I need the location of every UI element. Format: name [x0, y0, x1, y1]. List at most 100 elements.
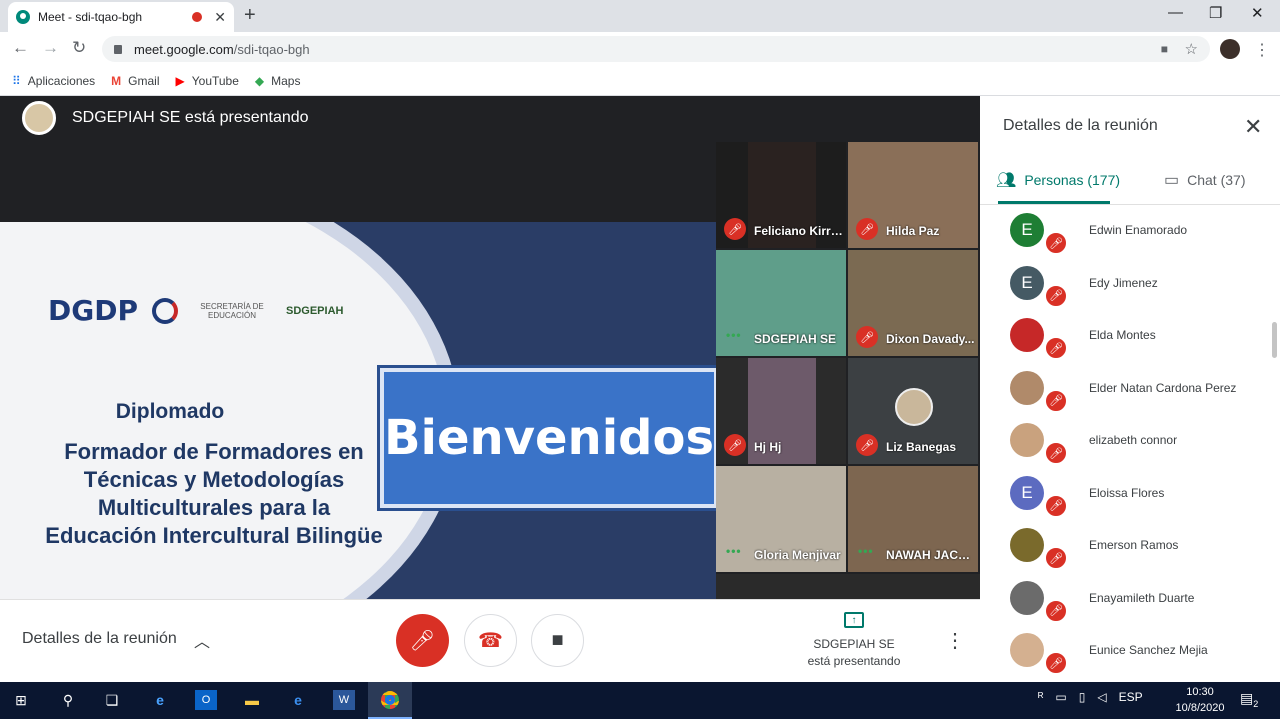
tile-name: Hj Hj	[754, 440, 782, 454]
notifications-icon[interactable]: ▤2	[1240, 690, 1258, 709]
microphone-toggle-button[interactable]: 🎤︎	[396, 614, 449, 667]
bookmark-label: Gmail	[128, 73, 160, 88]
bookmarks-bar: ⠿ Aplicaciones M Gmail ▶ YouTube ◆ Maps	[0, 66, 1280, 96]
participant-row[interactable]: E 🎤︎ Edwin Enamorado	[980, 213, 1270, 265]
tile-name: Hilda Paz	[886, 224, 940, 238]
participant-tile[interactable]: 🎤︎ Hilda Paz	[848, 142, 978, 248]
participant-avatar	[1010, 423, 1044, 457]
presenting-banner: SDGEPIAH SE está presentando	[0, 96, 980, 140]
muted-mic-icon: 🎤︎	[1044, 651, 1068, 675]
network-icon[interactable]: ▯	[1079, 690, 1086, 704]
chrome-menu-icon[interactable]: ⋮	[1254, 40, 1270, 60]
edge-icon[interactable]: e	[149, 690, 171, 710]
participant-row[interactable]: 🎤︎ Eunice Sanchez Mejia	[980, 633, 1270, 685]
window-close-button[interactable]: ✕	[1251, 4, 1264, 22]
participant-name: Elder Natan Cardona Perez	[1089, 380, 1237, 395]
welcome-banner: Bienvenidos	[380, 368, 716, 508]
speaking-indicator-icon: •••	[858, 544, 874, 558]
battery-icon[interactable]: ▭	[1055, 690, 1066, 704]
participant-avatar	[1010, 318, 1044, 352]
participant-row[interactable]: 🎤︎ Enayamileth Duarte	[980, 580, 1270, 633]
slide-subtitle: Formador de Formadores en Técnicas y Met…	[45, 439, 383, 548]
leave-call-button[interactable]: ☎︎	[464, 614, 517, 667]
muted-mic-icon: 🎤︎	[1044, 598, 1068, 623]
minimize-button[interactable]: —	[1168, 4, 1183, 21]
bookmark-youtube[interactable]: ▶ YouTube	[176, 74, 239, 88]
tile-name: NAWAH JACK...	[886, 548, 976, 562]
people-tray-icon[interactable]: ᴿ	[1038, 690, 1043, 704]
participant-tile[interactable]: 🎤︎ Liz Banegas	[848, 358, 978, 464]
dgdp-swirl-icon	[152, 297, 178, 324]
reload-button[interactable]: ↻	[72, 38, 86, 58]
tab-people-label: Personas (177)	[1024, 172, 1121, 188]
participant-avatar	[1010, 633, 1044, 667]
clock-date: 10/8/2020	[1175, 702, 1225, 714]
participant-row[interactable]: 🎤︎ Emerson Ramos	[980, 528, 1270, 580]
muted-mic-icon: 🎤︎	[724, 218, 746, 240]
bookmark-star-icon[interactable]: ☆	[1185, 40, 1198, 58]
browser-tab[interactable]: Meet - sdi-tqao-bgh ✕	[8, 2, 234, 32]
muted-mic-icon: 🎤︎	[1044, 441, 1068, 465]
gmail-icon: M	[111, 73, 122, 88]
more-options-button[interactable]: ⋮	[945, 628, 965, 653]
word-icon[interactable]: W	[333, 690, 355, 710]
participant-row[interactable]: 🎤︎ elizabeth connor	[980, 423, 1270, 475]
participant-avatar: E	[1010, 265, 1044, 300]
participant-tile[interactable]: 🎤︎ Dixon Davady...	[848, 250, 978, 356]
apps-grid-icon: ⠿	[12, 73, 21, 88]
panel-close-icon[interactable]: ✕	[1244, 114, 1262, 140]
bookmark-apps[interactable]: ⠿ Aplicaciones	[12, 74, 95, 88]
participant-tile-partial[interactable]	[716, 574, 980, 599]
tile-name: Gloria Menjivar	[754, 548, 841, 562]
address-bar[interactable]: meet.google.com/sdi-tqao-bgh ■ ☆	[102, 36, 1210, 62]
participant-name: Elda Montes	[1089, 328, 1156, 342]
slide-title: Diplomado	[115, 400, 225, 423]
profile-avatar[interactable]	[1220, 39, 1240, 59]
slide-logos: DGDP SECRETARÍA DE EDUCACIÓN SDGEPIAH	[48, 294, 343, 327]
outlook-icon[interactable]: O	[195, 690, 217, 710]
people-list-scrollbar[interactable]	[1272, 322, 1277, 358]
camera-toggle-button[interactable]: ■	[531, 614, 584, 667]
participant-tile[interactable]: 🎤︎ Feliciano Kirri...	[716, 142, 846, 248]
camera-indicator-icon[interactable]: ■	[1161, 42, 1168, 56]
muted-mic-icon: 🎤︎	[856, 326, 878, 348]
participant-row[interactable]: E 🎤︎ Eloissa Flores	[980, 475, 1270, 528]
new-tab-button[interactable]: +	[244, 4, 256, 27]
bookmark-gmail[interactable]: M Gmail	[111, 74, 159, 88]
speaking-indicator-icon: •••	[726, 544, 742, 558]
task-view-icon[interactable]: ❏	[101, 690, 123, 710]
participant-tile[interactable]: ••• SDGEPIAH SE	[716, 250, 846, 356]
chevron-up-icon[interactable]: ︿	[194, 628, 210, 652]
tab-chat-label: Chat (37)	[1187, 172, 1246, 188]
meeting-details-button[interactable]: Detalles de la reunión	[22, 630, 177, 648]
volume-icon[interactable]: ◁	[1097, 690, 1106, 704]
restore-button[interactable]: ❐	[1209, 4, 1222, 22]
participant-row[interactable]: 🎤︎ Elda Montes	[980, 318, 1270, 370]
search-icon[interactable]: ⚲	[57, 690, 79, 710]
tab-close-icon[interactable]: ✕	[214, 9, 226, 26]
muted-mic-icon: 🎤︎	[1044, 283, 1068, 308]
bookmark-maps[interactable]: ◆ Maps	[255, 74, 301, 88]
language-indicator[interactable]: ESP	[1119, 690, 1143, 704]
participant-avatar	[1010, 580, 1044, 615]
sdgepiah-logo: SDGEPIAH	[286, 304, 344, 317]
tab-chat[interactable]: ▭ Chat (37)	[1164, 170, 1245, 190]
present-screen-icon[interactable]: ↑	[844, 612, 864, 628]
back-button[interactable]: ←	[12, 38, 29, 58]
participant-tile[interactable]: ••• Gloria Menjivar	[716, 466, 846, 572]
tile-name: Liz Banegas	[886, 440, 957, 454]
windows-start-icon[interactable]: ⊞	[10, 690, 32, 710]
muted-mic-icon: 🎤︎	[856, 218, 878, 240]
bookmark-label: Maps	[271, 73, 301, 88]
participant-tile[interactable]: 🎤︎ Hj Hj	[716, 358, 846, 464]
tab-people[interactable]: 👥︎ Personas (177)	[996, 170, 1120, 190]
taskbar-clock[interactable]: 10:30 10/8/2020	[1168, 684, 1232, 716]
participant-row[interactable]: E 🎤︎ Edy Jimenez	[980, 265, 1270, 318]
file-explorer-icon[interactable]: ▬	[241, 690, 263, 710]
participant-name: Emerson Ramos	[1089, 538, 1179, 552]
internet-explorer-icon[interactable]: e	[287, 690, 309, 710]
participant-row[interactable]: 🎤︎ Elder Natan Cardona Perez	[980, 370, 1270, 423]
presenting-status[interactable]: SDGEPIAH SE está presentando	[796, 636, 912, 670]
forward-button[interactable]: →	[42, 38, 59, 58]
participant-tile[interactable]: ••• NAWAH JACK...	[848, 466, 978, 572]
